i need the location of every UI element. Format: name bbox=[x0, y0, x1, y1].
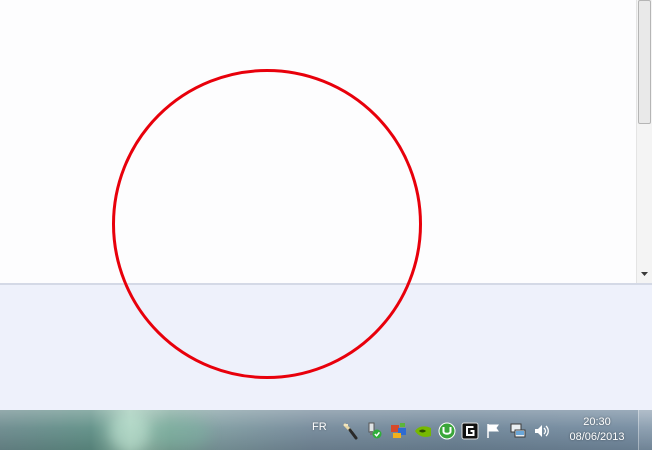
wallpaper-highlight bbox=[150, 418, 210, 448]
volume-icon[interactable] bbox=[533, 422, 551, 440]
wallpaper-highlight bbox=[110, 412, 150, 450]
show-desktop-button[interactable] bbox=[638, 410, 652, 450]
clock-date: 08/06/2013 bbox=[569, 431, 625, 443]
network-icon[interactable] bbox=[509, 422, 527, 440]
system-clock[interactable]: 20:30 08/06/2013 bbox=[562, 415, 632, 445]
action-center-flag-icon[interactable] bbox=[485, 422, 503, 440]
utorrent-icon[interactable] bbox=[438, 422, 456, 440]
window-content-area bbox=[0, 0, 636, 283]
pen-tablet-icon[interactable] bbox=[342, 422, 360, 440]
lower-panel bbox=[0, 285, 652, 410]
scrollbar-thumb[interactable] bbox=[638, 0, 651, 124]
scroll-down-arrow-icon[interactable] bbox=[637, 266, 652, 282]
taskbar: FR 20:30 08/06/2013 bbox=[0, 410, 652, 450]
network-adapter-icon[interactable] bbox=[390, 422, 408, 440]
nvidia-icon[interactable] bbox=[414, 422, 432, 440]
vertical-scrollbar[interactable] bbox=[636, 0, 652, 283]
clock-time: 20:30 bbox=[583, 416, 611, 428]
g-app-icon[interactable] bbox=[461, 422, 479, 440]
language-indicator[interactable]: FR bbox=[312, 421, 327, 433]
safely-remove-hardware-icon[interactable] bbox=[366, 422, 384, 440]
